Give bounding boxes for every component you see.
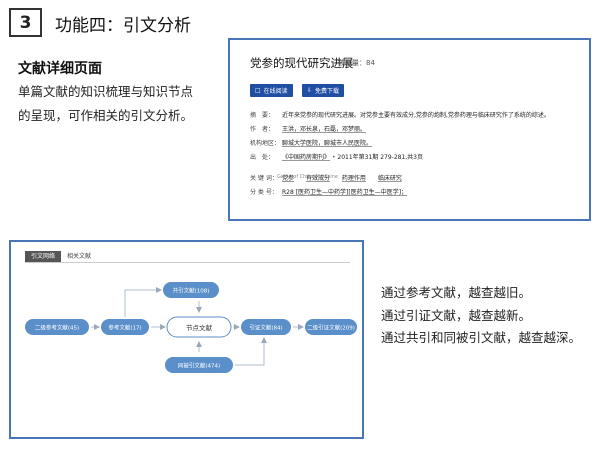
node-center-label: 节点文献 (186, 323, 213, 332)
node-ref-label: 参考文献(17) (108, 324, 141, 332)
abstract-row: 摘 要： 近年来党参的现代研究进展。对党参主要有效成分,党参的炮制,党参药理与临… (250, 112, 580, 119)
authors-key: 作 者： (250, 126, 275, 133)
usage-notes: 通过参考文献，越查越旧。 通过引证文献，越查越新。 通过共引和同被引文献，越查越… (381, 282, 581, 350)
node-second-ref-label: 二级参考文献(45) (35, 324, 79, 332)
detail-page-heading: 文献详细页面 (18, 61, 102, 77)
citation-network-diagram: 二级参考文献(45) 参考文献(17) 节点文献 引证文献(84) 二级引证文献… (25, 282, 357, 373)
abstract-value: 近年来党参的现代研究进展。对党参主要有效成分,党参的炮制,党参药理与临床研究作了… (282, 112, 550, 119)
org-value[interactable]: 聊城大学医院，聊城市人民医院。 (282, 140, 372, 147)
free-download-button[interactable]: ⇩ 免费下载 (302, 84, 345, 97)
node-second-cite[interactable]: 二级引证文献(209) (305, 319, 357, 335)
org-key: 机构地区： (250, 140, 281, 147)
cited-count: 被引量：84 (338, 59, 375, 67)
node-cite-label: 引证文献(84) (249, 324, 282, 332)
source-value: 《中国药房期刊》 • 2011年第31期 279-281,共3页 (282, 154, 423, 161)
edge-ref-to-co-cite (124, 287, 162, 317)
keyword-link[interactable]: 临床研究 (378, 175, 402, 182)
citation-network-panel: 引文网络 相关文献 二级参考文献(45) 参考文献(17) 节点文献 引证文献(… (9, 240, 364, 439)
book-icon: □ (255, 87, 261, 94)
authors-row: 作 者： 王洪，邓长泉，石磊，邓梦丽。 (250, 126, 580, 133)
org-row: 机构地区： 聊城大学医院，聊城市人民医院。 (250, 140, 580, 147)
class-row: 分 类 号： R28 [医药卫生—中药学][医药卫生—中医学]； (250, 189, 580, 196)
node-ref[interactable]: 参考文献(17) (101, 319, 149, 335)
note-co-citation: 通过共引和同被引文献，越查越深。 (381, 330, 582, 345)
read-online-button[interactable]: □ 在线阅读 (250, 84, 293, 97)
edge-co-cited-to-cite (235, 337, 267, 366)
keyword-link[interactable]: 药理作用 (342, 175, 366, 182)
node-center[interactable]: 节点文献 (166, 316, 232, 338)
node-second-ref[interactable]: 二级参考文献(45) (25, 319, 89, 335)
note-citing: 通过引证文献，越查越新。 (381, 307, 532, 323)
node-second-cite-label: 二级引证文献(209) (307, 324, 355, 332)
section-number: 3 (9, 8, 42, 37)
detail-page-description: 单篇文献的知识梳理与知识节点的呈现，可作相关的引文分析。 (18, 84, 194, 123)
authors-value[interactable]: 王洪，邓长泉，石磊，邓梦丽。 (282, 126, 366, 133)
source-row: 出 处： 《中国药房期刊》 • 2011年第31期 279-281,共3页 (250, 154, 580, 161)
note-references: 通过参考文献，越查越旧。 (381, 285, 532, 300)
node-co-cited[interactable]: 同被引文献(474) (165, 357, 233, 373)
metadata-list: 摘 要： 近年来党参的现代研究进展。对党参主要有效成分,党参的炮制,党参药理与临… (250, 112, 580, 203)
download-icon: ⇩ (307, 87, 313, 94)
abstract-key: 摘 要： (250, 112, 275, 119)
node-co-cite[interactable]: 共引文献(108) (163, 282, 219, 298)
class-value[interactable]: R28 [医药卫生—中药学][医药卫生—中医学]； (282, 189, 407, 196)
section-title: 功能四：引文分析 (55, 16, 191, 36)
document-detail-panel: 党参的现代研究进展 被引量：84 □ 在线阅读 ⇩ 免费下载 摘 要： 近年来党… (228, 38, 591, 221)
free-download-label: 免费下载 (315, 88, 340, 95)
node-co-cited-label: 同被引文献(474) (178, 362, 220, 370)
source-key: 出 处： (250, 154, 275, 161)
source-journal[interactable]: 《中国药房期刊》 (282, 154, 330, 161)
source-detail: 2011年第31期 279-281,共3页 (337, 154, 423, 161)
read-online-label: 在线阅读 (263, 88, 288, 95)
node-co-cite-label: 共引文献(108) (173, 287, 210, 295)
class-key: 分 类 号： (250, 189, 278, 196)
source-english-name: Guide of China Medicine (277, 174, 338, 180)
node-cite[interactable]: 引证文献(84) (241, 319, 291, 335)
